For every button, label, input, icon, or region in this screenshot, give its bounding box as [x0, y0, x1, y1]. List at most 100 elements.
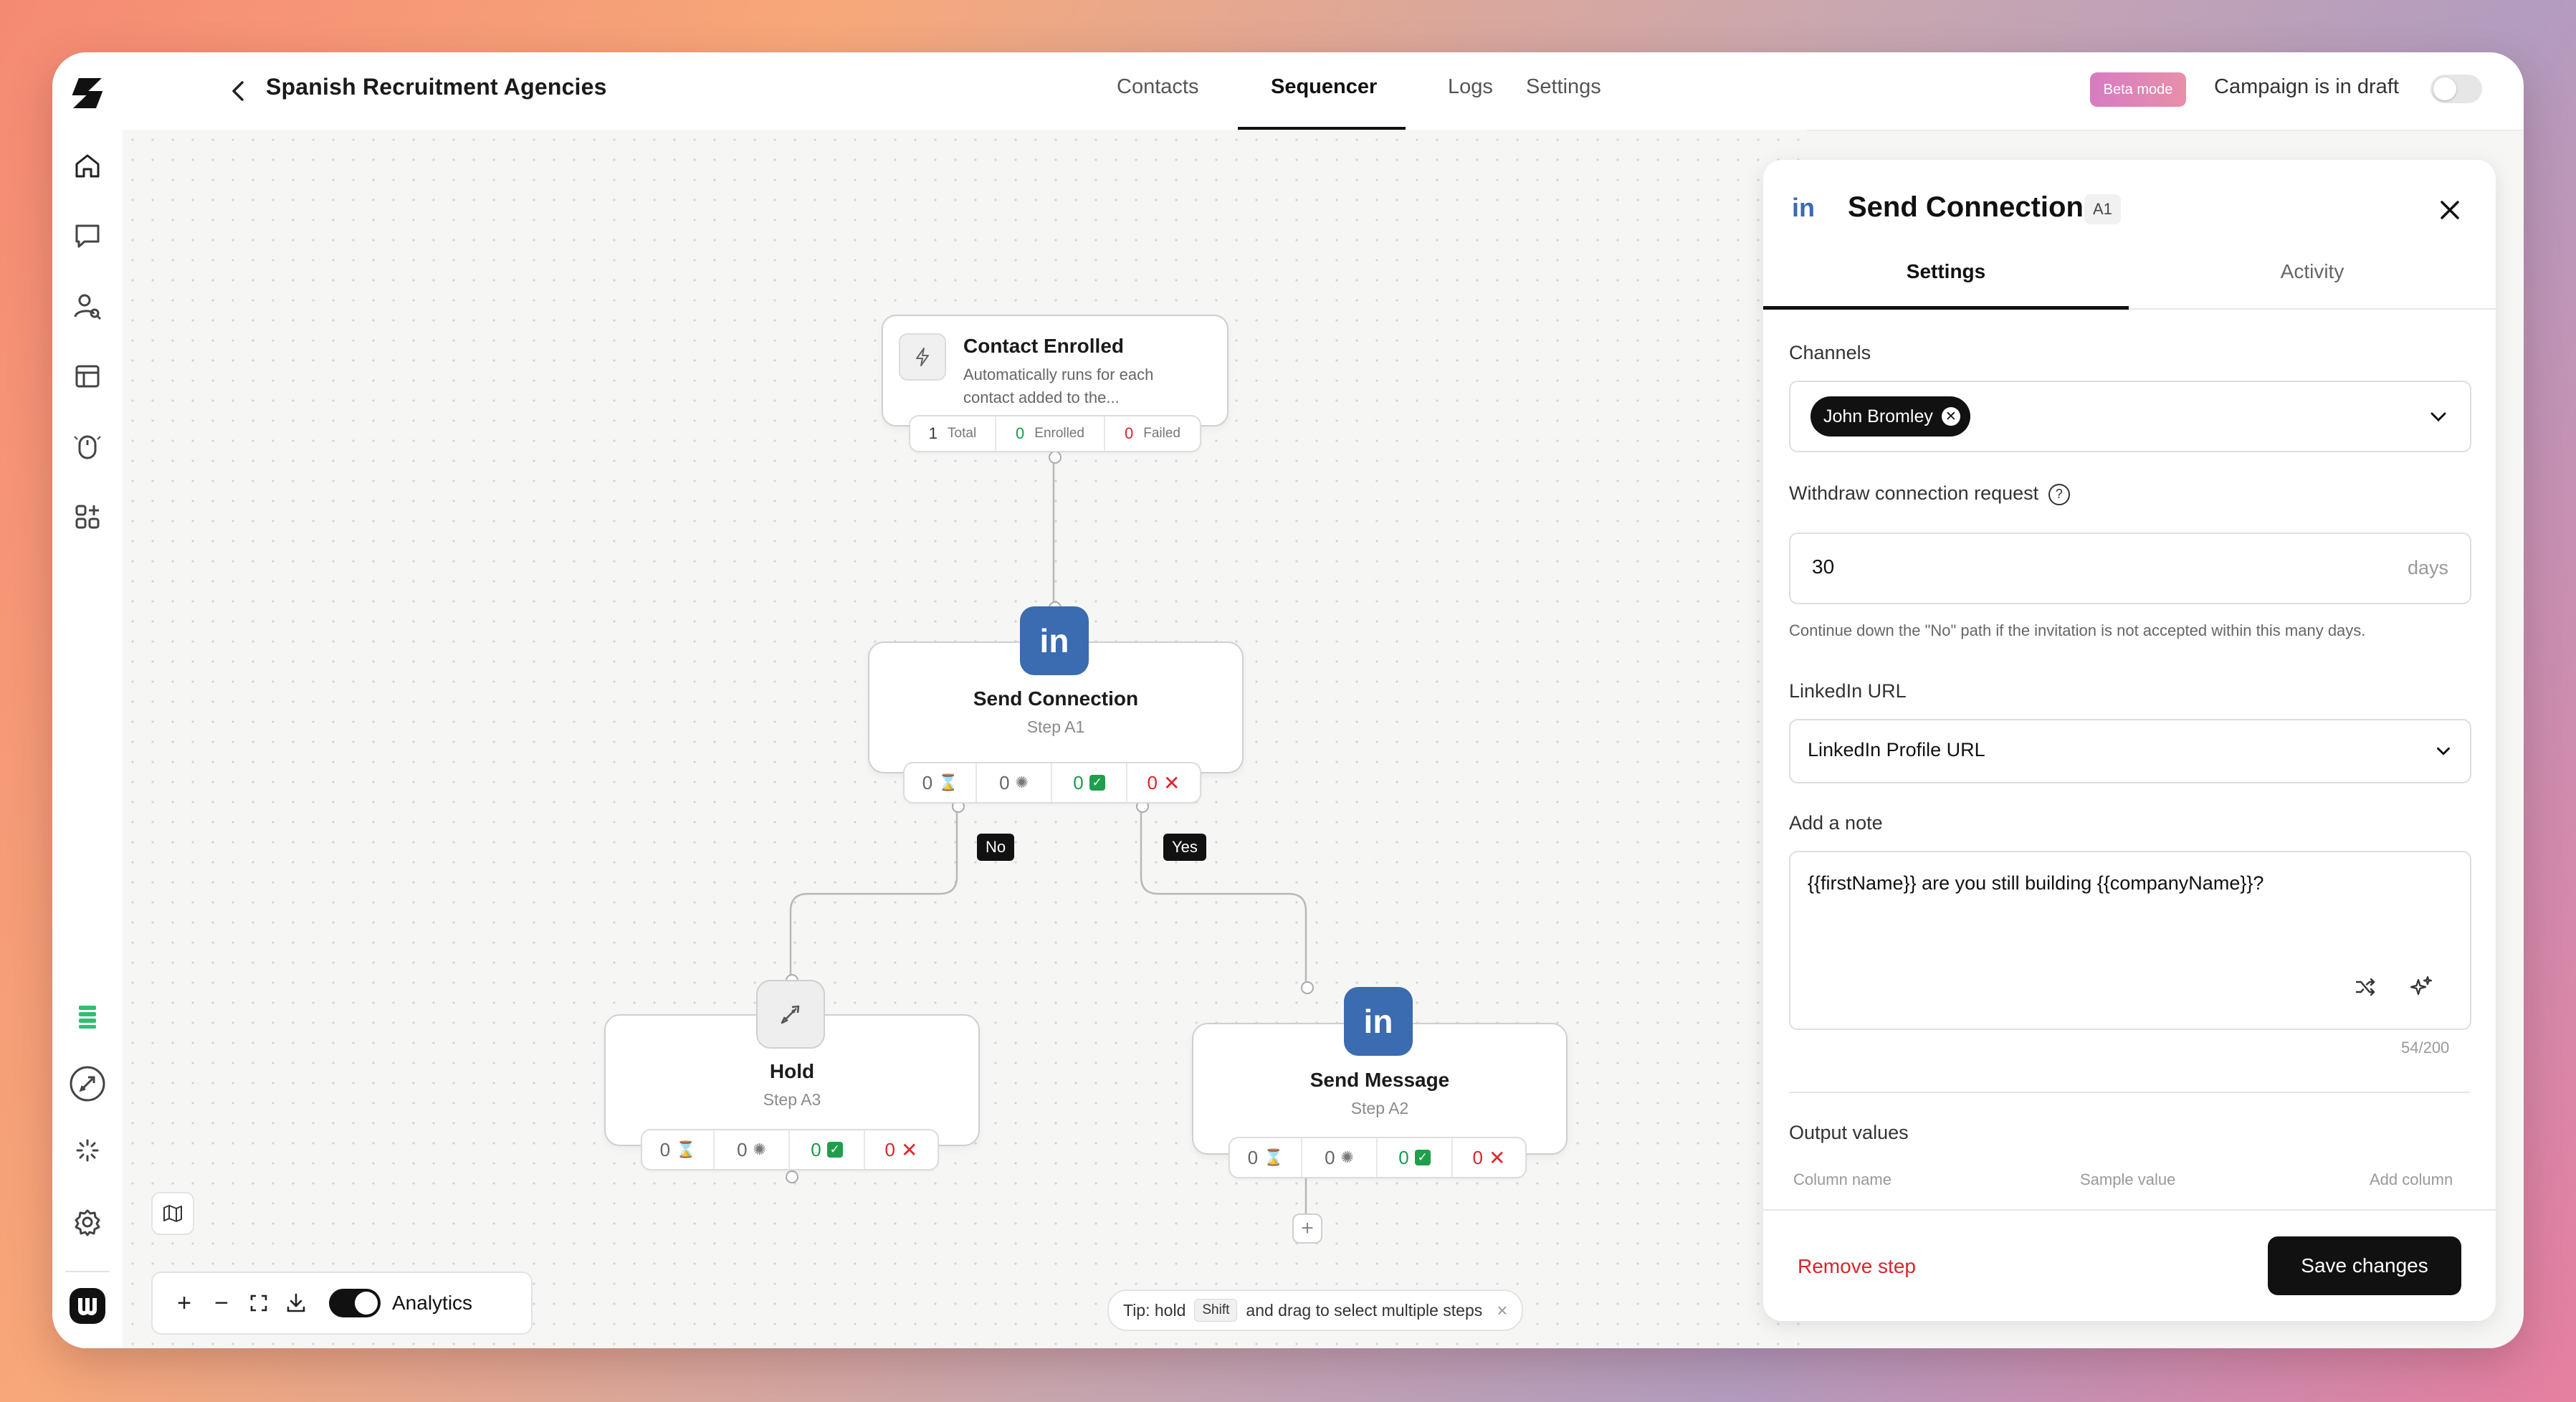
linkedin-url-select[interactable]: LinkedIn Profile URL — [1789, 719, 2471, 783]
back-arrow-icon[interactable] — [224, 77, 253, 105]
trigger-description: Automatically runs for each contact adde… — [963, 366, 1154, 406]
zoom-out-button[interactable]: − — [203, 1284, 240, 1322]
branch-label-no: No — [977, 834, 1015, 861]
panel-tab-settings[interactable]: Settings — [1763, 260, 2129, 283]
sparkle-icon[interactable] — [72, 1135, 103, 1166]
stack-icon[interactable] — [72, 1000, 103, 1031]
linkedin-url-label: LinkedIn URL — [1789, 680, 1907, 702]
tab-sequencer[interactable]: Sequencer — [1271, 75, 1377, 99]
analytics-toggle[interactable] — [329, 1289, 381, 1317]
top-bar: Spanish Recruitment Agencies Contacts Se… — [123, 52, 2524, 131]
trigger-total-stat: 1 Total — [910, 416, 996, 451]
connector-dot[interactable] — [1049, 451, 1062, 464]
linkedin-icon: in — [1792, 193, 1815, 222]
note-char-count: 54/200 — [2401, 1039, 2450, 1057]
shuffle-icon[interactable] — [2354, 976, 2377, 998]
note-textarea[interactable]: {{firstName}} are you still building {{c… — [1789, 851, 2471, 1030]
tab-contacts[interactable]: Contacts — [1117, 75, 1198, 99]
connector-dot[interactable] — [786, 1170, 798, 1183]
step-settings-panel: in Send Connection A1 Settings Activity … — [1763, 160, 2496, 1321]
success-stat: 0 ✓ — [1378, 1138, 1453, 1177]
linkedin-url-value: LinkedIn Profile URL — [1808, 739, 1985, 760]
hourglass-icon: ⌛ — [938, 773, 958, 791]
map-icon — [163, 1205, 182, 1222]
tip-banner: Tip: hold Shift and drag to select multi… — [1107, 1289, 1524, 1331]
close-tip-icon[interactable]: × — [1497, 1300, 1507, 1322]
trigger-node-contact-enrolled[interactable]: Contact Enrolled Automatically runs for … — [882, 315, 1229, 426]
gear-icon[interactable] — [72, 1206, 103, 1238]
campaign-active-toggle[interactable] — [2430, 75, 2482, 103]
contacts-icon[interactable] — [72, 290, 103, 322]
mouse-icon[interactable] — [72, 431, 103, 462]
step-label: Step A2 — [1350, 1099, 1409, 1117]
processing-stat: 0 ✺ — [715, 1130, 791, 1169]
tab-settings[interactable]: Settings — [1526, 75, 1601, 99]
waiting-stat: 0 ⌛ — [905, 763, 978, 802]
success-stat: 0 ✓ — [1052, 763, 1127, 802]
remove-step-button[interactable]: Remove step — [1798, 1255, 1916, 1278]
add-step-button[interactable]: + — [1292, 1213, 1322, 1244]
trigger-failed-stat: 0 Failed — [1125, 424, 1180, 442]
step-title: Hold — [769, 1060, 815, 1082]
workspace-avatar[interactable] — [68, 1287, 107, 1325]
download-button[interactable] — [277, 1284, 315, 1322]
left-sidebar — [52, 52, 124, 1348]
remove-chip-icon[interactable]: ✕ — [1941, 407, 1960, 426]
channel-chip[interactable]: John Bromley ✕ — [1811, 396, 1970, 437]
chevron-down-icon — [2430, 412, 2446, 422]
linkedin-icon: in — [1344, 987, 1413, 1056]
ai-sparkle-icon[interactable] — [2408, 974, 2434, 1000]
withdraw-label: Withdraw connection request ? — [1789, 482, 2070, 505]
step-badge: A1 — [2084, 194, 2121, 224]
campaign-draft-status: Campaign is in draft — [2214, 75, 2399, 98]
trigger-stats-bar: 1 Total 0 Enrolled 0 Failed — [909, 415, 1201, 452]
sequence-canvas[interactable]: Contact Enrolled Automatically runs for … — [123, 130, 1807, 1348]
channel-chip-label: John Bromley — [1823, 406, 1933, 426]
rocket-icon[interactable] — [68, 1064, 107, 1103]
rocket-icon — [756, 980, 825, 1049]
processing-icon: ✺ — [1015, 773, 1029, 791]
help-icon[interactable]: ? — [2048, 483, 2070, 505]
connector-dot[interactable] — [1301, 981, 1314, 994]
step-label: Step A3 — [763, 1090, 821, 1109]
note-text: {{firstName}} are you still building {{c… — [1808, 872, 2264, 894]
withdraw-days-input[interactable]: 30 days — [1789, 533, 2471, 604]
brand-logo[interactable] — [67, 72, 108, 114]
fit-view-button[interactable] — [240, 1284, 277, 1322]
table-icon[interactable] — [72, 361, 103, 392]
check-icon: ✓ — [1414, 1150, 1431, 1165]
sample-value-header: Sample value — [2080, 1170, 2176, 1188]
minimap-button[interactable] — [151, 1192, 194, 1235]
cross-icon: ✕ — [901, 1138, 918, 1161]
add-column-link[interactable]: Add column — [2370, 1170, 2453, 1189]
home-icon[interactable] — [72, 150, 103, 181]
sidebar-divider — [65, 1271, 110, 1272]
withdraw-days-unit: days — [2407, 557, 2448, 578]
linkedin-icon: in — [1020, 606, 1089, 675]
chevron-down-icon — [2437, 747, 2450, 755]
processing-icon: ✺ — [753, 1140, 766, 1158]
close-icon[interactable] — [2436, 196, 2464, 224]
zoom-in-button[interactable]: + — [166, 1284, 203, 1322]
note-label: Add a note — [1789, 812, 1883, 834]
failed-stat: 0 ✕ — [1147, 771, 1180, 794]
tab-logs[interactable]: Logs — [1448, 75, 1493, 99]
expand-icon — [250, 1294, 267, 1312]
panel-tab-activity[interactable]: Activity — [2129, 260, 2496, 283]
channels-select[interactable]: John Bromley ✕ — [1789, 381, 2471, 452]
cross-icon: ✕ — [1163, 771, 1180, 794]
trigger-enrolled-stat: 0 Enrolled — [996, 416, 1105, 451]
waiting-stat: 0 ⌛ — [1230, 1138, 1303, 1177]
processing-stat: 0 ✺ — [1302, 1138, 1378, 1177]
success-stat: 0 ✓ — [790, 1130, 865, 1169]
canvas-controls: + − Analytics — [151, 1272, 533, 1335]
save-changes-button[interactable]: Save changes — [2268, 1236, 2461, 1295]
check-icon: ✓ — [826, 1142, 843, 1158]
withdraw-help-text: Continue down the "No" path if the invit… — [1789, 621, 2366, 639]
app-window: Spanish Recruitment Agencies Contacts Se… — [52, 52, 2524, 1348]
chat-icon[interactable] — [72, 220, 103, 252]
check-icon: ✓ — [1089, 775, 1105, 791]
analytics-label: Analytics — [392, 1292, 473, 1314]
apps-icon[interactable] — [72, 501, 103, 533]
section-divider — [1789, 1092, 2470, 1093]
